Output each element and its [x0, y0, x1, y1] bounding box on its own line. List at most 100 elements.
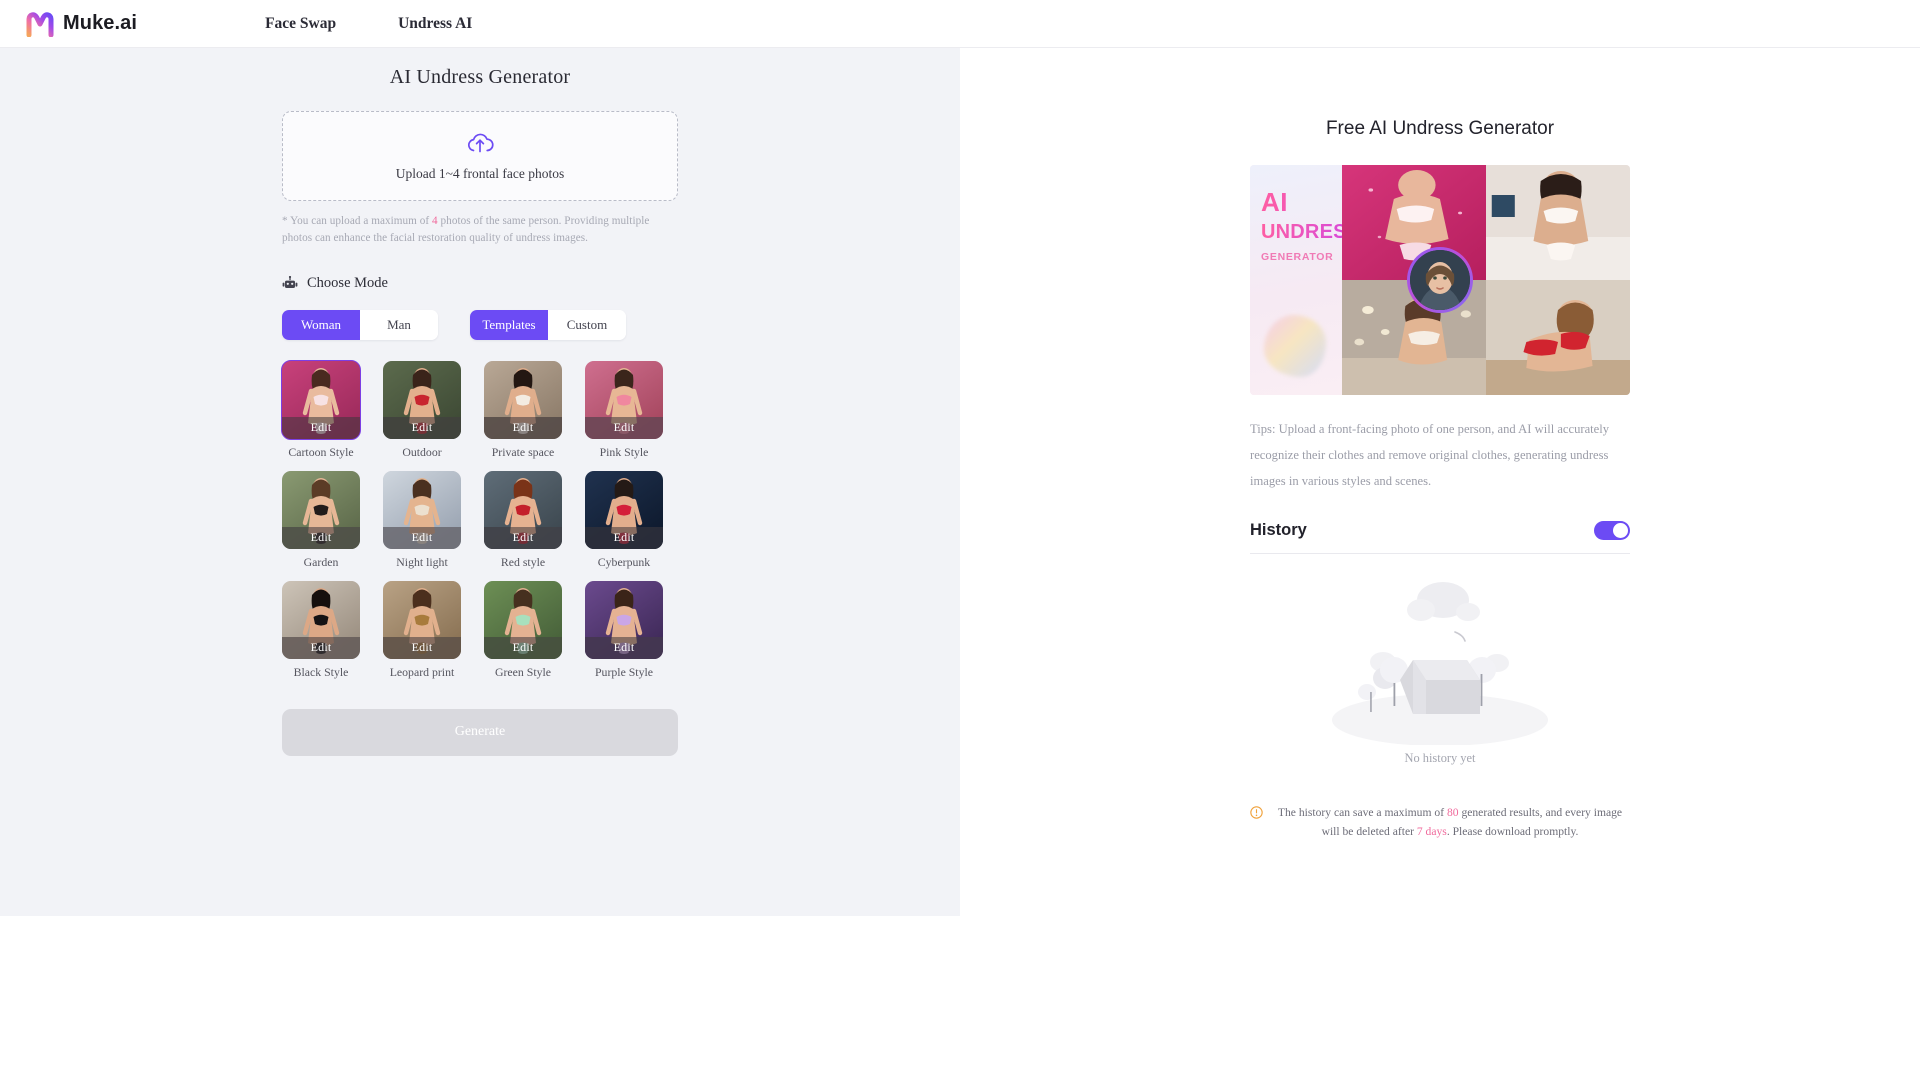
template-thumbnail-1[interactable]: Edit: [383, 360, 461, 439]
template-edit-button[interactable]: Edit: [484, 416, 562, 439]
choose-mode-label: Choose Mode: [307, 274, 388, 291]
template-label: Cartoon Style: [288, 444, 354, 459]
template-thumbnail-11[interactable]: Edit: [585, 580, 663, 659]
template-thumbnail-2[interactable]: Edit: [484, 360, 562, 439]
brand-name: Muke.ai: [63, 12, 138, 34]
template-cell: Edit Red style: [484, 470, 562, 570]
template-cell: Edit Private space: [484, 360, 562, 460]
template-edit-button[interactable]: Edit: [383, 636, 461, 659]
template-grid: Edit Cartoon Style Edit Outdoor Edit Pri…: [281, 359, 678, 680]
generate-button[interactable]: Generate: [282, 708, 678, 756]
empty-box-illustration-icon: [1332, 582, 1548, 746]
template-edit-button[interactable]: Edit: [585, 636, 663, 659]
promo-gradient-blob: [1264, 315, 1326, 377]
template-cell: Edit Garden: [282, 470, 360, 570]
template-cell: Edit Black Style: [282, 580, 360, 680]
promo-avatar-ring: [1407, 247, 1473, 313]
template-cell: Edit Outdoor: [383, 360, 461, 460]
template-cell: Edit Night light: [383, 470, 461, 570]
history-toggle-knob: [1613, 523, 1628, 539]
cloud-upload-icon: [468, 133, 494, 153]
template-edit-button[interactable]: Edit: [282, 636, 360, 659]
template-thumbnail-5[interactable]: Edit: [383, 470, 461, 549]
template-edit-button[interactable]: Edit: [282, 416, 360, 439]
history-empty-label: No history yet: [1404, 751, 1476, 766]
avatar: [1410, 250, 1470, 310]
template-edit-button[interactable]: Edit: [282, 526, 360, 549]
main-nav: Face Swap Undress AI: [265, 15, 472, 33]
template-edit-button[interactable]: Edit: [585, 416, 663, 439]
template-thumbnail-9[interactable]: Edit: [383, 580, 461, 659]
history-warning-text: The history can save a maximum of 80 gen…: [1270, 804, 1630, 842]
gender-option-man[interactable]: Man: [360, 309, 438, 340]
template-thumbnail-0[interactable]: Edit: [281, 359, 361, 440]
upload-note: * You can upload a maximum of 4 photos o…: [282, 213, 678, 248]
template-label: Green Style: [494, 664, 552, 679]
promo-art-red: [1486, 280, 1630, 395]
history-divider: [1250, 553, 1630, 555]
template-label: Outdoor: [402, 444, 442, 459]
promo-line-generator: GENERATOR: [1261, 250, 1334, 263]
history-warning: The history can save a maximum of 80 gen…: [1250, 804, 1630, 842]
template-edit-button[interactable]: Edit: [484, 526, 562, 549]
upload-dropzone[interactable]: Upload 1~4 frontal face photos: [282, 111, 678, 201]
template-label: Pink Style: [599, 444, 649, 459]
brand-logo[interactable]: Muke.ai: [26, 11, 137, 37]
source-option-custom[interactable]: Custom: [548, 309, 626, 340]
template-label: Private space: [491, 444, 555, 459]
promo-tile-bedroom: [1486, 165, 1630, 280]
template-label: Night light: [396, 554, 448, 569]
source-option-templates[interactable]: Templates: [470, 309, 548, 340]
history-title: History: [1250, 521, 1307, 540]
template-thumbnail-10[interactable]: Edit: [484, 580, 562, 659]
warning-days: 7 days: [1416, 825, 1447, 839]
avatar-portrait: [1410, 250, 1470, 310]
template-edit-button[interactable]: Edit: [484, 636, 562, 659]
template-thumbnail-3[interactable]: Edit: [585, 360, 663, 439]
template-cell: Edit Leopard print: [383, 580, 461, 680]
generator-panel: AI Undress Generator Upload 1~4 frontal …: [0, 48, 960, 916]
template-edit-button[interactable]: Edit: [383, 416, 461, 439]
template-thumbnail-6[interactable]: Edit: [484, 470, 562, 549]
promo-line-ai: AI: [1261, 187, 1342, 219]
promo-caption: AI UNDRESS GENERATOR: [1250, 165, 1361, 395]
promo-line-undress: UNDRESS: [1261, 220, 1361, 243]
template-label: Red style: [500, 554, 546, 569]
template-thumbnail-7[interactable]: Edit: [585, 470, 663, 549]
template-cell: Edit Purple Style: [585, 580, 663, 680]
warning-part1: The history can save a maximum of: [1277, 806, 1447, 820]
page-title: AI Undress Generator: [389, 66, 571, 88]
warning-max: 80: [1446, 806, 1459, 820]
muke-m-logo-icon: [26, 11, 54, 37]
page-body: AI Undress Generator Upload 1~4 frontal …: [0, 48, 1920, 1080]
gender-segmented-control: Woman Man: [282, 309, 438, 340]
promo-tile-red: [1486, 280, 1630, 395]
gender-option-woman[interactable]: Woman: [282, 309, 360, 340]
warning-circle-icon: [1250, 806, 1263, 820]
template-thumbnail-8[interactable]: Edit: [282, 580, 360, 659]
mode-toggles: Woman Man Templates Custom: [282, 309, 678, 340]
template-thumbnail-4[interactable]: Edit: [282, 470, 360, 549]
history-header: History: [1250, 521, 1630, 541]
note-prefix: * You can upload a maximum of: [282, 215, 433, 227]
nav-item-face-swap[interactable]: Face Swap: [265, 15, 336, 33]
template-label: Leopard print: [389, 664, 455, 679]
app-header: Muke.ai Face Swap Undress AI: [0, 0, 1920, 48]
template-cell: Edit Cartoon Style: [281, 359, 361, 460]
info-panel-title: Free AI Undress Generator: [1325, 118, 1555, 139]
source-segmented-control: Templates Custom: [470, 309, 626, 340]
warning-part3: . Please download promptly.: [1446, 825, 1579, 839]
template-edit-button[interactable]: Edit: [585, 526, 663, 549]
template-label: Purple Style: [595, 664, 653, 679]
history-empty-state: [1250, 560, 1630, 755]
info-panel: Free AI Undress Generator AI UNDRESS GEN…: [960, 48, 1920, 1080]
upload-label: Upload 1~4 frontal face photos: [395, 166, 565, 181]
template-cell: Edit Pink Style: [585, 360, 663, 460]
template-label: Cyberpunk: [597, 554, 651, 569]
template-cell: Edit Green Style: [484, 580, 562, 680]
promo-art-bedroom: [1486, 165, 1630, 280]
tips-text: Tips: Upload a front-facing photo of one…: [1250, 422, 1610, 488]
history-toggle[interactable]: [1594, 521, 1630, 541]
nav-item-undress-ai[interactable]: Undress AI: [398, 15, 472, 33]
template-edit-button[interactable]: Edit: [383, 526, 461, 549]
